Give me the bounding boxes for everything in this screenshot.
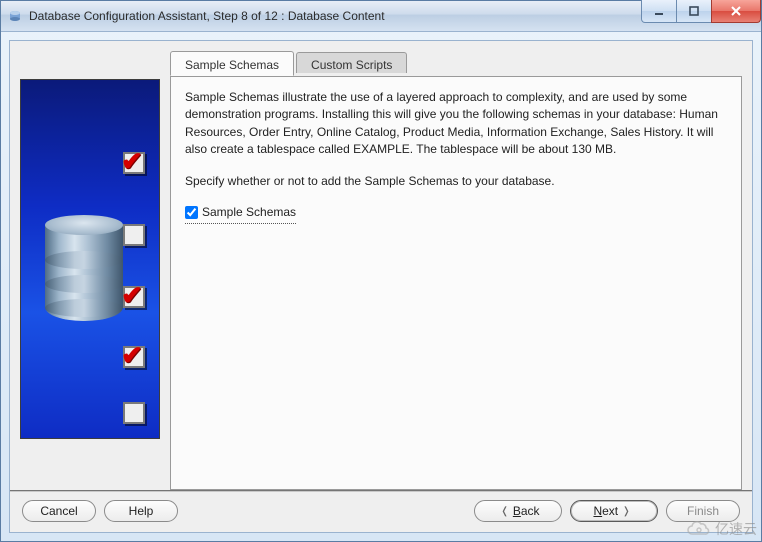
main-area: ✔ ✔ ✔ Sample Schemas Custom Scripts Samp… [10,41,752,490]
content-panel: Sample Schemas Custom Scripts Sample Sch… [170,51,742,490]
minimize-button[interactable] [641,0,677,23]
maximize-icon [688,5,700,17]
tab-label: Custom Scripts [311,58,392,72]
button-bar: Cancel Help ❬ Back Next ❭ Finish [10,490,752,532]
checkmark-icon: ✔ [121,340,143,371]
minimize-icon [653,5,665,17]
window-controls [642,0,761,23]
back-button[interactable]: ❬ Back [474,500,562,522]
sample-schemas-label: Sample Schemas [202,204,296,221]
app-window: Database Configuration Assistant, Step 8… [0,0,762,542]
wizard-step-box-4: ✔ [123,346,145,368]
tab-sample-schemas[interactable]: Sample Schemas [170,51,294,76]
description-text-1: Sample Schemas illustrate the use of a l… [185,89,727,159]
wizard-step-box-3: ✔ [123,286,145,308]
tab-custom-scripts[interactable]: Custom Scripts [296,52,407,73]
window-title: Database Configuration Assistant, Step 8… [29,9,385,23]
close-icon [729,5,743,17]
database-cylinder-icon [45,215,123,321]
tab-label: Sample Schemas [185,58,279,72]
sample-schemas-checkbox[interactable] [185,206,198,219]
wizard-step-box-1: ✔ [123,152,145,174]
tab-bar: Sample Schemas Custom Scripts [170,51,742,76]
finish-button[interactable]: Finish [666,500,740,522]
description-text-2: Specify whether or not to add the Sample… [185,173,727,190]
cancel-button[interactable]: Cancel [22,500,96,522]
wizard-step-box-2 [123,224,145,246]
checkmark-icon: ✔ [121,280,143,311]
chevron-right-icon: ❭ [622,506,630,517]
wizard-step-box-5 [123,402,145,424]
checkmark-icon: ✔ [121,146,143,177]
app-icon [7,8,23,24]
title-bar: Database Configuration Assistant, Step 8… [1,1,761,32]
tab-content: Sample Schemas illustrate the use of a l… [170,76,742,490]
help-button[interactable]: Help [104,500,178,522]
client-area: ✔ ✔ ✔ Sample Schemas Custom Scripts Samp… [9,40,753,533]
sample-schemas-option[interactable]: Sample Schemas [185,204,296,224]
close-button[interactable] [711,0,761,23]
wizard-sidebar-image: ✔ ✔ ✔ [20,79,160,439]
chevron-left-icon: ❬ [500,506,508,517]
maximize-button[interactable] [676,0,712,23]
next-button[interactable]: Next ❭ [570,500,658,522]
